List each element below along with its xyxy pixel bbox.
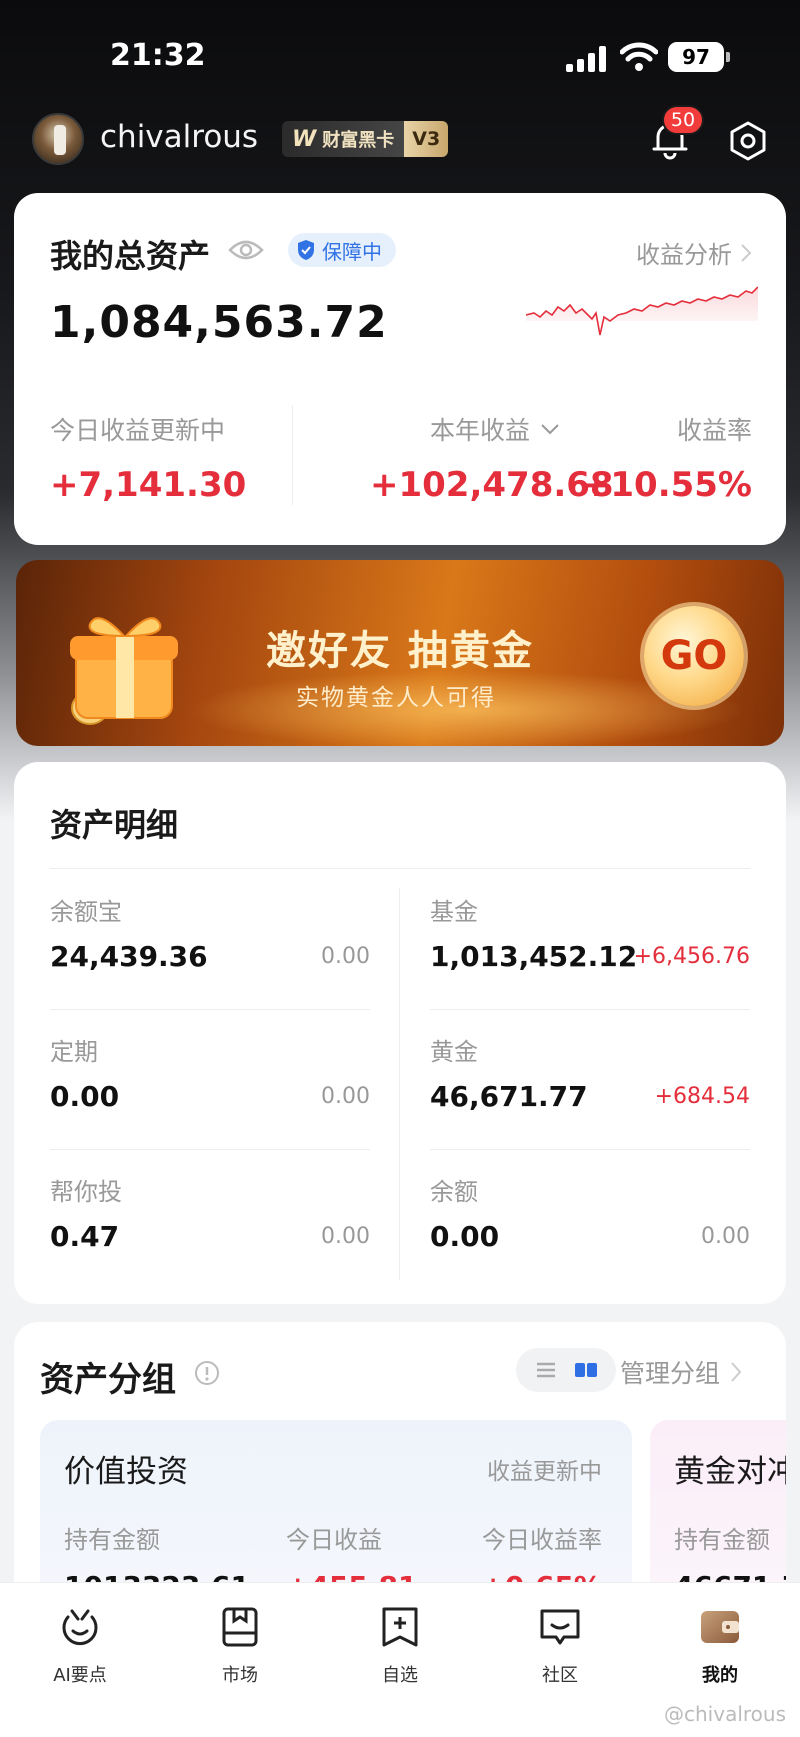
assets-trend-sparkline[interactable] — [526, 277, 758, 357]
wealth-logo-icon: W — [292, 126, 317, 152]
profile-header: chivalrous W 财富黑卡 V3 50 — [0, 105, 800, 175]
year-profit-selector[interactable]: 本年收益 — [430, 411, 560, 447]
total-assets-title: 我的总资产 — [50, 237, 211, 275]
asset-details-title: 资产明细 — [50, 806, 179, 844]
info-icon[interactable] — [194, 1360, 220, 1386]
divider — [50, 868, 750, 869]
asset-item-gold[interactable]: 黄金 46,671.77 +684.54 — [430, 1010, 750, 1150]
asset-details-card: 资产明细 余额宝 24,439.36 0.00 基金 1,013,452.12 … — [14, 762, 786, 1304]
asset-item-balance[interactable]: 余额 0.00 0.00 — [430, 1150, 750, 1290]
chevron-right-icon — [731, 1362, 742, 1382]
wallet-icon — [701, 1611, 739, 1643]
watermark: @chivalrous — [664, 1702, 786, 1726]
avatar[interactable] — [32, 113, 84, 165]
ai-icon — [62, 1609, 98, 1646]
signal-icon — [566, 46, 608, 72]
status-bar: 21:32 97 — [0, 0, 800, 110]
notification-count-badge: 50 — [662, 105, 704, 135]
invite-promo-banner[interactable]: ¢ 邀好友 抽黄金 实物黄金人人可得 GO — [16, 560, 784, 746]
profit-analysis-link[interactable]: 收益分析 — [636, 235, 752, 270]
vip-badge-name: 财富黑卡 — [322, 130, 395, 151]
tab-ai-highlights[interactable]: AI要点 — [20, 1605, 140, 1687]
tab-watchlist[interactable]: 自选 — [340, 1605, 460, 1687]
eye-icon[interactable] — [228, 235, 264, 265]
wifi-icon — [620, 42, 658, 71]
tab-community[interactable]: 社区 — [500, 1605, 620, 1687]
tab-market[interactable]: 市场 — [180, 1605, 300, 1687]
manage-groups-link[interactable]: 管理分组 — [620, 1354, 742, 1390]
go-button[interactable]: GO — [644, 606, 744, 706]
total-assets-card[interactable]: 我的总资产 保障中 收益分析 1,084,563.72 今日收益更新中 +7,1… — [14, 193, 786, 545]
chevron-right-icon — [741, 243, 752, 262]
asset-item-fund[interactable]: 基金 1,013,452.12 +6,456.76 — [430, 870, 750, 1010]
total-assets-value: 1,084,563.72 — [50, 297, 388, 348]
divider — [399, 888, 400, 1280]
today-profit-value: +7,141.30 — [50, 465, 247, 505]
watchlist-icon — [382, 1607, 418, 1647]
protection-badge[interactable]: 保障中 — [288, 233, 396, 267]
community-icon — [540, 1609, 580, 1645]
status-time: 21:32 — [110, 38, 206, 73]
banner-subtitle: 实物黄金人人可得 — [296, 685, 496, 711]
battery-indicator: 97 — [668, 42, 730, 72]
asset-item-fixed-term[interactable]: 定期 0.00 0.00 — [50, 1010, 370, 1150]
return-rate-value: +10.55% — [581, 465, 752, 505]
vip-badge[interactable]: W 财富黑卡 V3 — [282, 121, 449, 157]
chevron-down-icon — [541, 424, 559, 435]
year-profit-label: 本年收益 — [430, 416, 531, 445]
vip-level: V3 — [404, 121, 449, 157]
today-profit-label: 今日收益更新中 — [50, 416, 226, 445]
asset-groups-card: 资产分组 管理分组 价值投资 收益更新中 持有金额 今日收益 今日收益率 101… — [14, 1322, 786, 1622]
shield-icon — [298, 240, 314, 260]
assets-divider — [292, 405, 293, 505]
gift-icon: ¢ — [70, 617, 178, 725]
asset-item-yuebao[interactable]: 余额宝 24,439.36 0.00 — [50, 870, 370, 1010]
tab-mine[interactable]: 我的 — [660, 1605, 780, 1687]
market-icon — [222, 1607, 258, 1647]
username[interactable]: chivalrous — [100, 119, 258, 155]
banner-title: 邀好友 抽黄金 — [266, 628, 534, 674]
protection-label: 保障中 — [322, 239, 382, 264]
settings-icon[interactable] — [726, 119, 770, 163]
view-mode-toggle[interactable] — [516, 1348, 616, 1392]
year-profit-value: +102,478.68 — [370, 465, 614, 505]
return-rate-label: 收益率 — [676, 416, 752, 445]
card-view-icon[interactable] — [574, 1361, 598, 1379]
asset-item-help-invest[interactable]: 帮你投 0.47 0.00 — [50, 1150, 370, 1290]
asset-groups-title: 资产分组 — [40, 1360, 176, 1400]
list-view-icon[interactable] — [535, 1361, 557, 1379]
